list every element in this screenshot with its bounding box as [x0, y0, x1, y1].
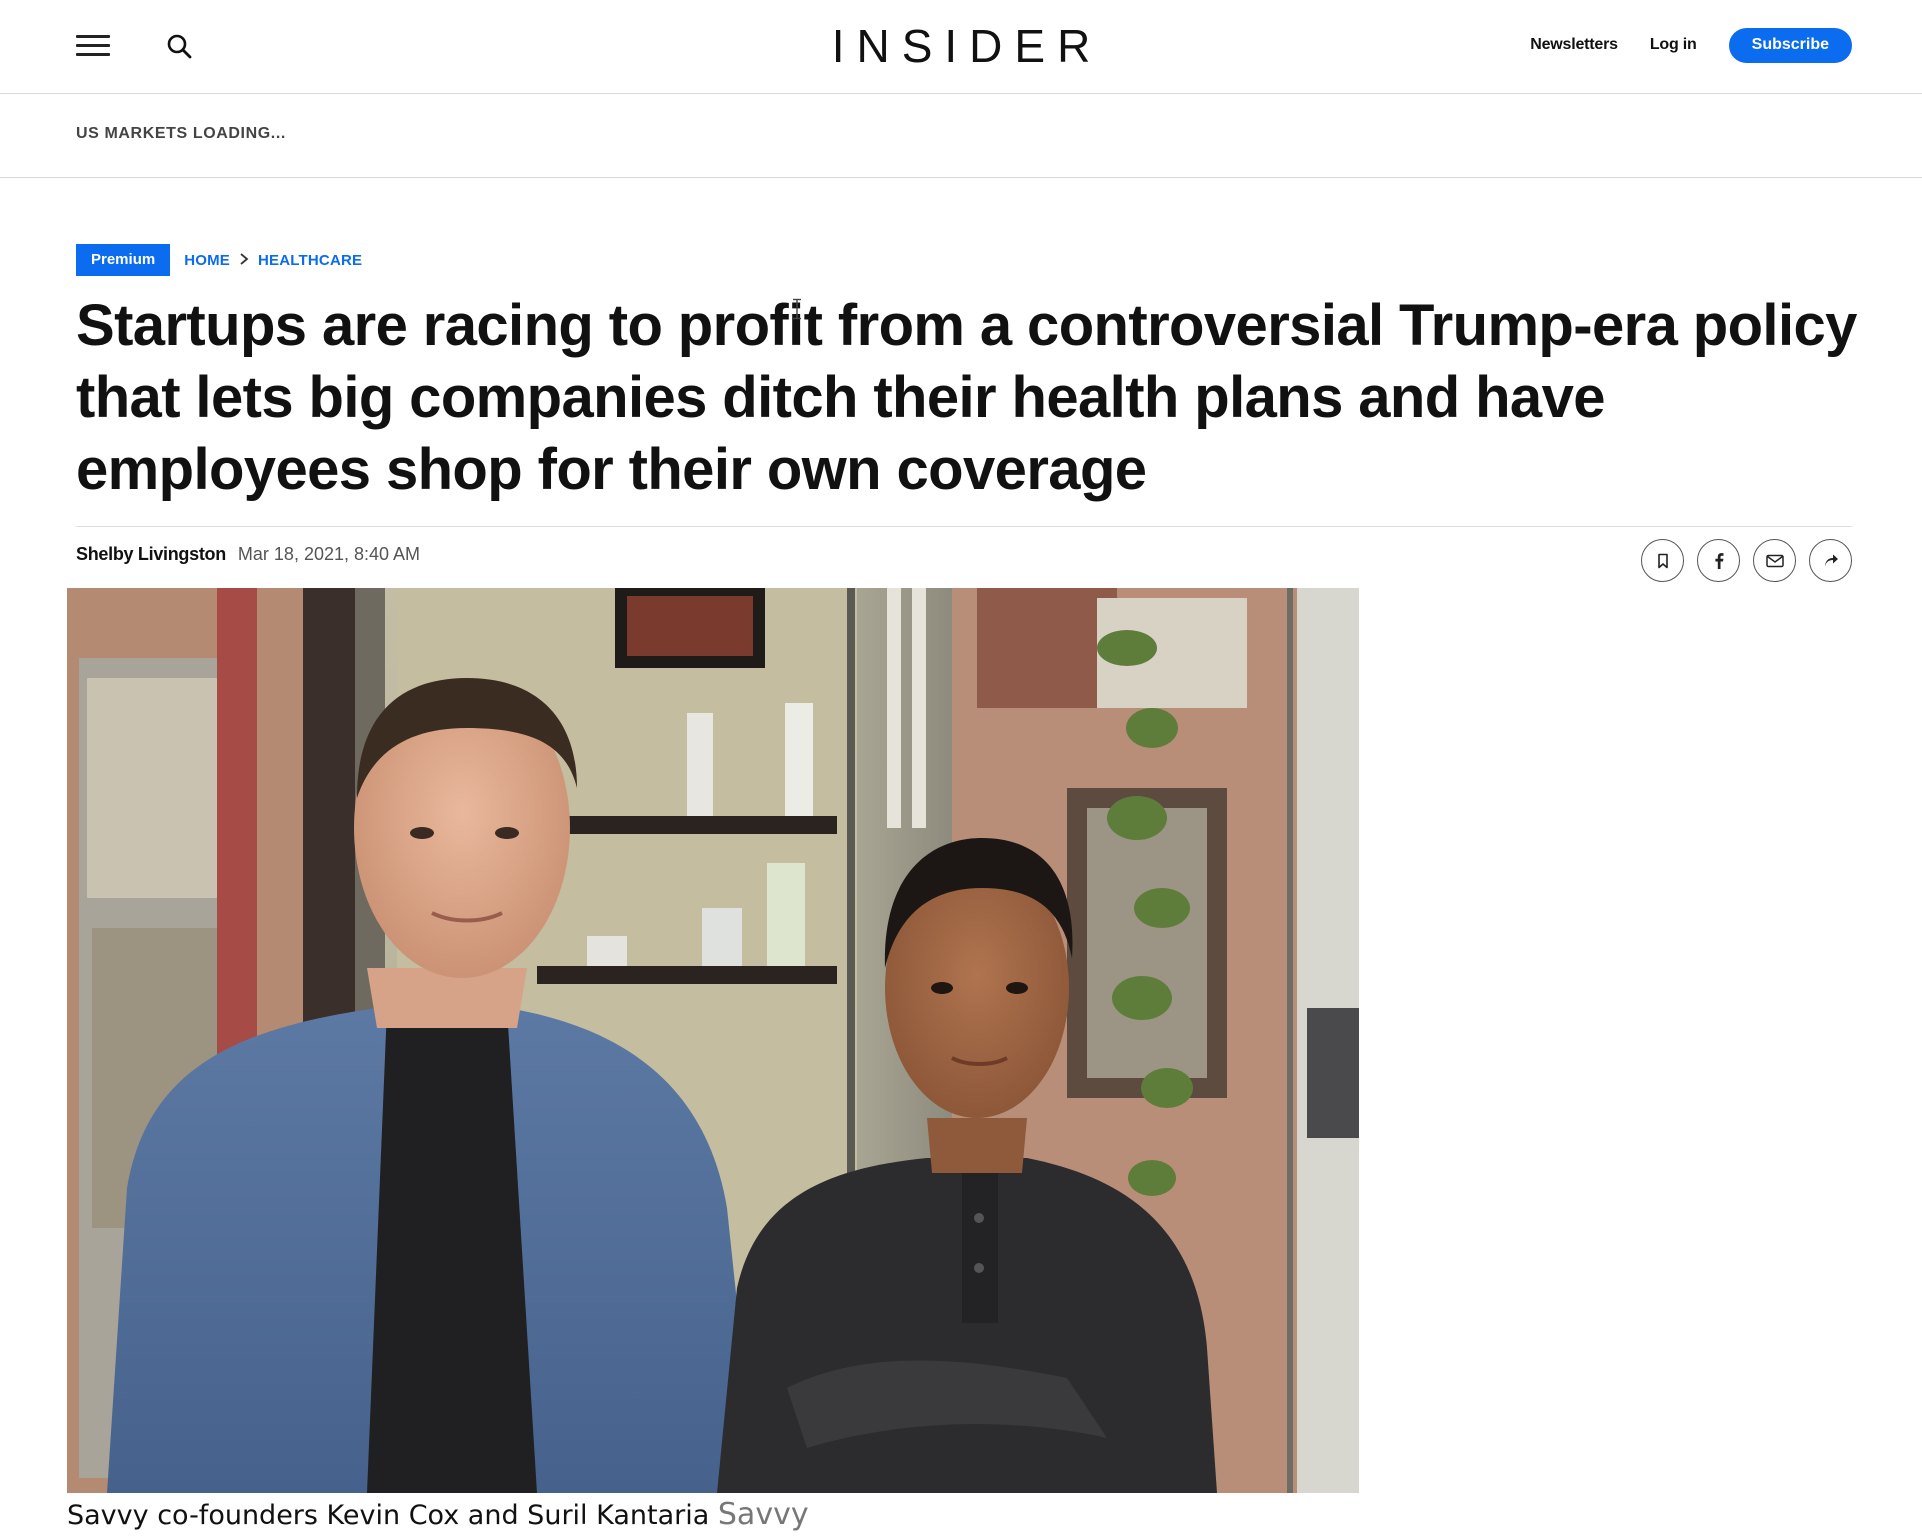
- article-headline: Startups are racing to profit from a con…: [76, 293, 1857, 502]
- markets-bar: US MARKETS LOADING...: [0, 95, 1922, 178]
- email-icon: [1765, 554, 1784, 568]
- breadcrumb-home[interactable]: HOME: [184, 252, 230, 269]
- author-link[interactable]: Shelby Livingston: [76, 544, 226, 565]
- bookmark-button[interactable]: [1641, 539, 1684, 582]
- menu-icon[interactable]: [76, 34, 112, 58]
- site-header: INSIDER Newsletters Log in Subscribe: [0, 0, 1922, 94]
- facebook-share-button[interactable]: [1697, 539, 1740, 582]
- byline: Shelby Livingston Mar 18, 2021, 8:40 AM: [76, 544, 420, 565]
- logo-link[interactable]: INSIDER: [820, 20, 1103, 72]
- facebook-icon: [1713, 552, 1725, 570]
- headline-divider: [76, 526, 1852, 527]
- login-link[interactable]: Log in: [1650, 36, 1697, 54]
- bookmark-icon: [1656, 553, 1670, 569]
- share-button[interactable]: [1809, 539, 1852, 582]
- photo-credit: Savvy: [717, 1497, 809, 1532]
- text-cursor-icon: [792, 298, 802, 320]
- header-nav: Newsletters Log in Subscribe: [1530, 27, 1852, 63]
- article-photo: [67, 588, 1359, 1493]
- share-arrow-icon: [1823, 554, 1839, 568]
- photo-illustration: [67, 588, 1359, 1493]
- publish-date: Mar 18, 2021, 8:40 AM: [237, 544, 421, 564]
- newsletters-link[interactable]: Newsletters: [1530, 36, 1618, 54]
- subscribe-button[interactable]: Subscribe: [1728, 27, 1852, 63]
- caption-text: Savvy co-founders Kevin Cox and Suril Ka…: [67, 1500, 710, 1531]
- breadcrumb-healthcare[interactable]: HEALTHCARE: [258, 252, 362, 269]
- share-tools: [1641, 539, 1852, 582]
- photo-caption: Savvy co-founders Kevin Cox and Suril Ka…: [67, 1497, 809, 1534]
- chevron-right-icon: [230, 252, 258, 269]
- markets-status: US MARKETS LOADING...: [76, 125, 286, 142]
- breadcrumb: Premium HOME HEALTHCARE: [76, 244, 362, 276]
- search-icon[interactable]: [165, 32, 195, 62]
- email-share-button[interactable]: [1753, 539, 1796, 582]
- premium-badge: Premium: [76, 244, 171, 276]
